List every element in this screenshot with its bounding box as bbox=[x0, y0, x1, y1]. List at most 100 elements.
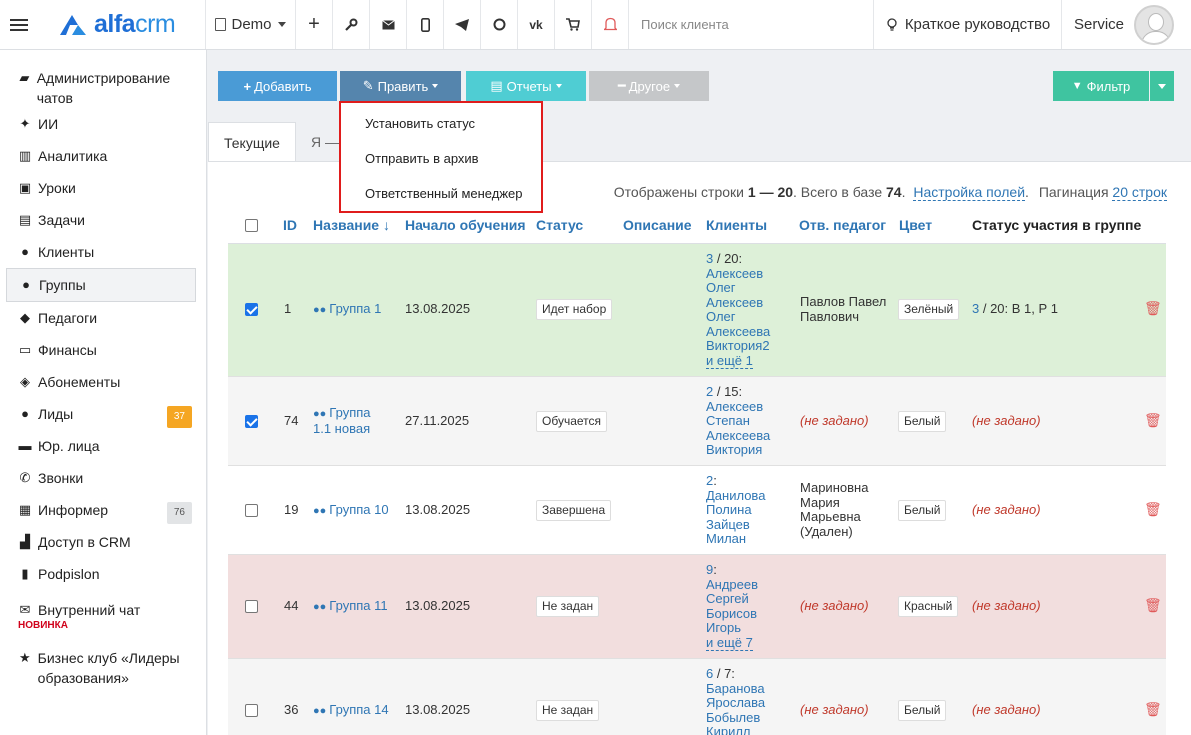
other-button[interactable]: ━ Другое bbox=[589, 71, 709, 101]
sidebar-item-label: Podpislon bbox=[38, 566, 100, 582]
trash-icon[interactable]: 🗑 bbox=[1144, 301, 1162, 316]
sidebar-item-calls[interactable]: ✆ Звонки bbox=[0, 462, 206, 494]
chevron-down-icon bbox=[674, 84, 681, 88]
sidebar-item-chats[interactable]: ▰ Администрирование чатов bbox=[0, 62, 206, 114]
client-link[interactable]: Алексеев bbox=[706, 295, 763, 310]
row-teacher: Павлов Павел Павлович bbox=[800, 294, 887, 324]
group-link[interactable]: ●● Группа 10 bbox=[313, 502, 389, 519]
reports-button[interactable]: ▤ Отчеты bbox=[466, 71, 586, 101]
sidebar-item-leads[interactable]: ● Лиды 37 bbox=[0, 398, 206, 430]
vk-icon[interactable]: vk bbox=[518, 0, 555, 49]
client-link[interactable]: Ярослава bbox=[706, 695, 765, 710]
row-checkbox[interactable] bbox=[245, 704, 258, 717]
column-status[interactable]: Статус bbox=[536, 217, 583, 233]
sidebar-item-groups[interactable]: ● Группы bbox=[6, 268, 196, 302]
trash-icon[interactable]: 🗑 bbox=[1144, 702, 1162, 717]
trash-icon[interactable]: 🗑 bbox=[1144, 413, 1162, 428]
user-menu[interactable]: Service bbox=[1062, 0, 1191, 49]
add-button[interactable]: + Добавить bbox=[218, 71, 337, 101]
fields-settings-link[interactable]: Настройка полей bbox=[913, 184, 1026, 201]
wrench-icon[interactable] bbox=[333, 0, 370, 49]
table-row[interactable]: 36 ●● Группа 14 13.08.2025 Не задан 6 / 7… bbox=[228, 659, 1166, 735]
more-clients-link[interactable]: и ещё 7 bbox=[706, 634, 753, 651]
mail-icon[interactable] bbox=[370, 0, 407, 49]
client-link[interactable]: Игорь bbox=[706, 620, 741, 635]
demo-selector[interactable]: Demo bbox=[206, 0, 296, 49]
more-clients-link[interactable]: и ещё 1 bbox=[706, 352, 753, 369]
sidebar-item-access[interactable]: ▟ Доступ в CRM bbox=[0, 526, 206, 558]
sidebar-item-clients[interactable]: ● Клиенты bbox=[0, 236, 206, 268]
sidebar-item-analytics[interactable]: ▥ Аналитика bbox=[0, 140, 206, 172]
client-link[interactable]: Андреев bbox=[706, 577, 758, 592]
client-link[interactable]: Степан bbox=[706, 413, 750, 428]
table-row[interactable]: 44 ●● Группа 11 13.08.2025 Не задан 9: Ан… bbox=[228, 555, 1166, 659]
cart-icon[interactable] bbox=[555, 0, 592, 49]
sidebar-item-informer[interactable]: ▦ Информер 76 bbox=[0, 494, 206, 526]
client-link[interactable]: Милан bbox=[706, 531, 746, 546]
sidebar-item-ai[interactable]: ✦ ИИ bbox=[0, 114, 206, 140]
client-link[interactable]: Бобылев bbox=[706, 710, 760, 725]
sidebar-item-teachers[interactable]: ◆ Педагоги bbox=[0, 302, 206, 334]
row-checkbox[interactable] bbox=[245, 600, 258, 613]
group-link[interactable]: ●● Группа 1.1 новая bbox=[313, 405, 383, 436]
pagination-link[interactable]: 20 строк bbox=[1112, 184, 1167, 201]
menu-icon[interactable] bbox=[0, 0, 38, 49]
sidebar-item-lessons[interactable]: ▣ Уроки bbox=[0, 172, 206, 204]
guide-link[interactable]: Краткое руководство bbox=[874, 0, 1062, 49]
column-clients[interactable]: Клиенты bbox=[706, 217, 767, 233]
client-link[interactable]: Алексеева bbox=[706, 324, 770, 339]
client-link[interactable]: Виктория2 bbox=[706, 338, 770, 353]
client-link[interactable]: Кирилл bbox=[706, 724, 751, 735]
client-link[interactable]: Виктория bbox=[706, 442, 762, 457]
search-input[interactable]: Поиск клиента bbox=[629, 0, 874, 49]
whatsapp-icon[interactable] bbox=[481, 0, 518, 49]
bell-icon[interactable] bbox=[592, 0, 629, 49]
column-description[interactable]: Описание bbox=[623, 217, 692, 233]
client-link[interactable]: Зайцев bbox=[706, 517, 750, 532]
filter-dropdown-button[interactable] bbox=[1150, 71, 1174, 101]
client-link[interactable]: Сергей bbox=[706, 591, 749, 606]
menu-item-archive[interactable]: Отправить в архив bbox=[341, 150, 541, 185]
trash-icon[interactable]: 🗑 bbox=[1144, 502, 1162, 517]
sidebar-item-finance[interactable]: ▭ Финансы bbox=[0, 334, 206, 366]
phone-icon[interactable] bbox=[407, 0, 444, 49]
sidebar-item-subscriptions[interactable]: ◈ Абонементы bbox=[0, 366, 206, 398]
client-link[interactable]: Борисов bbox=[706, 606, 757, 621]
menu-item-set-status[interactable]: Установить статус bbox=[341, 115, 541, 150]
plus-icon[interactable]: + bbox=[296, 0, 333, 49]
client-link[interactable]: Полина bbox=[706, 502, 752, 517]
table-row[interactable]: 19 ●● Группа 10 13.08.2025 Завершена 2: Д… bbox=[228, 466, 1166, 555]
trash-icon[interactable]: 🗑 bbox=[1144, 598, 1162, 613]
sidebar-item-internal-chat[interactable]: ✉ Внутренний чат НОВИНКА bbox=[0, 590, 206, 638]
client-link[interactable]: Алексеев bbox=[706, 266, 763, 281]
table-row[interactable]: 74 ●● Группа 1.1 новая 27.11.2025 Обучает… bbox=[228, 377, 1166, 466]
group-link[interactable]: ●● Группа 1 bbox=[313, 301, 381, 318]
status-badge: Обучается bbox=[536, 411, 608, 432]
edit-button[interactable]: ✎ Править bbox=[340, 71, 461, 101]
sidebar-item-podpislon[interactable]: ▮ Podpislon bbox=[0, 558, 206, 590]
client-link[interactable]: Алексеев bbox=[706, 399, 763, 414]
client-link[interactable]: Олег bbox=[706, 309, 736, 324]
row-checkbox[interactable] bbox=[245, 504, 258, 517]
table-row[interactable]: 1 ●● Группа 1 13.08.2025 Идет набор 3 / 2… bbox=[228, 244, 1166, 377]
telegram-icon[interactable] bbox=[444, 0, 481, 49]
sidebar-item-business-club[interactable]: ★ Бизнес клуб «Лидеры образования» bbox=[0, 638, 206, 694]
menu-item-manager[interactable]: Ответственный менеджер bbox=[341, 185, 541, 220]
sidebar-item-legal[interactable]: ▬ Юр. лица bbox=[0, 430, 206, 462]
group-link[interactable]: ●● Группа 14 bbox=[313, 702, 389, 719]
logo[interactable]: alfacrm bbox=[38, 0, 206, 49]
row-checkbox[interactable] bbox=[245, 303, 258, 316]
column-color[interactable]: Цвет bbox=[899, 217, 932, 233]
column-id[interactable]: ID bbox=[283, 217, 297, 233]
select-all-checkbox[interactable] bbox=[245, 219, 258, 232]
tab-current[interactable]: Текущие bbox=[208, 122, 296, 162]
group-link[interactable]: ●● Группа 11 bbox=[313, 598, 388, 615]
column-teacher[interactable]: Отв. педагог bbox=[799, 217, 886, 233]
filter-button[interactable]: ▼ Фильтр bbox=[1053, 71, 1149, 101]
sidebar-item-tasks[interactable]: ▤ Задачи bbox=[0, 204, 206, 236]
client-link[interactable]: Алексеева bbox=[706, 428, 770, 443]
client-link[interactable]: Баранова bbox=[706, 681, 765, 696]
client-link[interactable]: Данилова bbox=[706, 488, 765, 503]
row-checkbox[interactable] bbox=[245, 415, 258, 428]
client-link[interactable]: Олег bbox=[706, 280, 736, 295]
